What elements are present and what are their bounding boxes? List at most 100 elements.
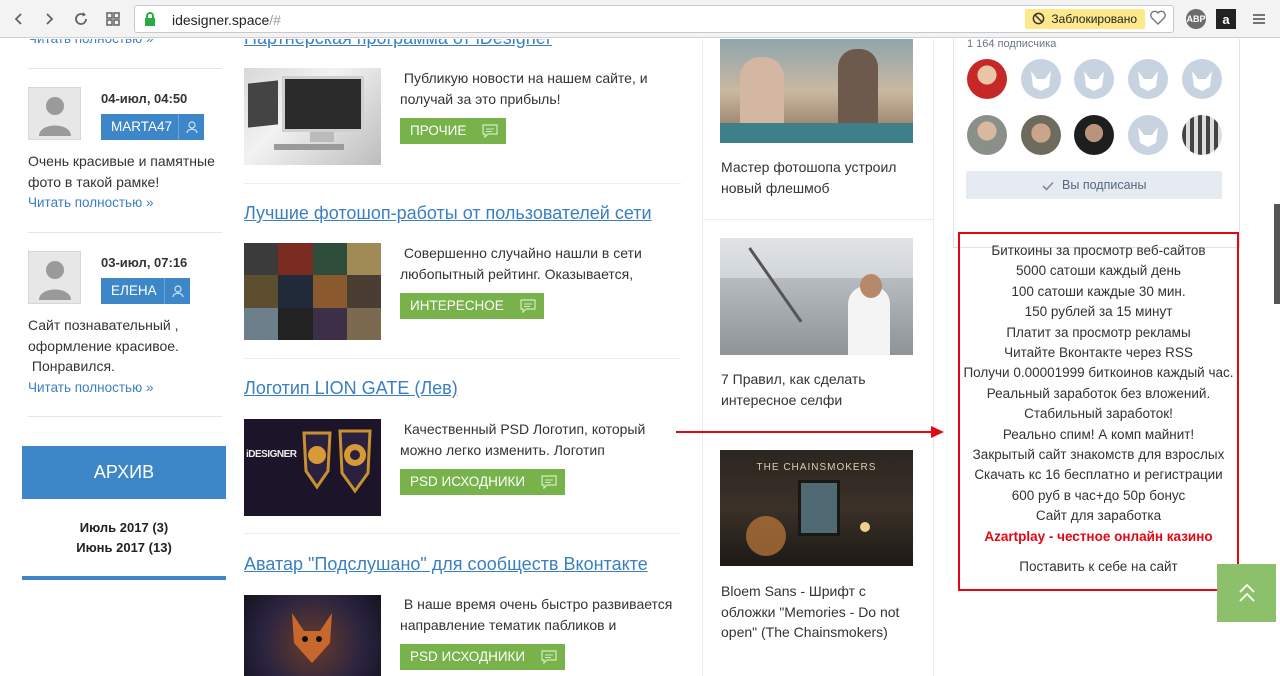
place-ad-link[interactable]: Поставить к себе на сайт <box>960 557 1237 577</box>
category-button[interactable]: ПРОЧИЕ <box>400 118 507 144</box>
check-icon <box>1041 181 1054 191</box>
comment-bubble-icon <box>541 475 557 489</box>
reload-button[interactable] <box>70 8 92 30</box>
lock-icon <box>145 12 155 26</box>
avatar <box>28 251 81 304</box>
menu-icon <box>1253 14 1265 24</box>
url-text: idesigner.space/# <box>172 12 281 28</box>
archive-link[interactable]: Июль 2017 (3) <box>22 518 226 538</box>
divider <box>933 39 934 676</box>
ad-link[interactable]: Стабильный заработок! <box>960 404 1237 424</box>
archive-link[interactable]: Июнь 2017 (13) <box>22 538 226 558</box>
ad-link[interactable]: 5000 сатоши каждый день <box>960 261 1237 281</box>
subscriber-avatar[interactable] <box>1074 59 1114 99</box>
post-thumbnail[interactable] <box>720 238 913 355</box>
ad-link-highlight[interactable]: Azartplay - честное онлайн казино <box>960 527 1237 547</box>
category-button[interactable]: PSD ИСХОДНИКИ <box>400 469 566 495</box>
tabs-grid-button[interactable] <box>102 8 124 30</box>
subscriber-avatar[interactable] <box>1128 115 1168 155</box>
ad-link[interactable]: Получи 0.00001999 биткоинов каждый час. <box>956 363 1241 383</box>
user-icon <box>171 285 184 298</box>
user-profile-button[interactable] <box>164 278 190 304</box>
forward-button[interactable] <box>38 8 60 30</box>
post-title-link[interactable]: Партнерская программа от iDesigner <box>244 39 552 49</box>
address-bar[interactable]: idesigner.space/# Заблокировано <box>134 5 1174 33</box>
ad-link[interactable]: Реальный заработок без вложений. <box>960 384 1237 404</box>
post-title-link[interactable]: Мастер фотошопа устроил новый флешмоб <box>721 157 911 198</box>
scroll-to-top-button[interactable] <box>1217 564 1276 622</box>
subscriber-avatar[interactable] <box>1074 115 1114 155</box>
post-thumbnail[interactable]: THE CHAINSMOKERS <box>720 450 913 566</box>
post-thumbnail[interactable] <box>720 39 913 143</box>
user-silhouette-icon <box>38 96 71 136</box>
archive-widget: АРХИВ Июль 2017 (3) Июнь 2017 (13) <box>22 446 226 580</box>
back-button[interactable] <box>8 8 30 30</box>
post-thumbnail[interactable] <box>244 68 381 165</box>
dog-avatar-icon <box>1084 71 1104 91</box>
blocked-badge[interactable]: Заблокировано <box>1025 9 1145 29</box>
subscriber-avatar[interactable] <box>1128 59 1168 99</box>
divider <box>703 219 933 220</box>
fox-avatar-icon <box>292 613 332 663</box>
read-more-link[interactable]: Читать полностью » <box>28 380 153 395</box>
ad-link[interactable]: Биткоины за просмотр веб-сайтов <box>960 241 1237 261</box>
post-title-link[interactable]: Аватар "Подслушано" для сообществ Вконта… <box>244 554 648 575</box>
avatar <box>28 87 81 140</box>
menu-button[interactable] <box>1248 8 1270 30</box>
comment-author[interactable]: MARTA47 <box>101 114 183 140</box>
ad-link[interactable]: 150 рублей за 15 минут <box>960 302 1237 322</box>
ad-link[interactable]: Читайте Вконтакте через RSS <box>960 343 1237 363</box>
category-button[interactable]: PSD ИСХОДНИКИ <box>400 644 566 670</box>
ad-link[interactable]: 100 сатоши каждые 30 мин. <box>960 282 1237 302</box>
post-thumbnail[interactable]: iDESIGNER <box>244 419 381 516</box>
ad-link[interactable]: Закрытый сайт знакомств для взрослых <box>960 445 1237 465</box>
ad-link[interactable]: 600 руб в час+до 50р бонус <box>960 486 1237 506</box>
archive-title: АРХИВ <box>22 446 226 499</box>
comment-date: 03-июл, 07:16 <box>101 255 188 270</box>
adblock-extension-icon[interactable]: ABP <box>1186 9 1206 29</box>
read-more-link[interactable]: Читать полностью » <box>28 39 153 46</box>
comment-author[interactable]: ЕЛЕНА <box>101 278 167 304</box>
divider <box>28 68 222 69</box>
read-more-link[interactable]: Читать полностью » <box>28 195 153 210</box>
page-content: Читать полностью » 04-июл, 04:50 MARTA47… <box>0 39 1280 676</box>
grid-icon <box>106 12 120 26</box>
subscriber-avatar[interactable] <box>1182 59 1222 99</box>
post-excerpt: Совершенно случайно нашли в сети любопыт… <box>400 245 642 282</box>
post-excerpt: Качественный PSD Логотип, который можно … <box>400 421 646 458</box>
subscribed-button[interactable]: Вы подписаны <box>966 171 1222 199</box>
subscriber-avatar[interactable] <box>1182 115 1222 155</box>
divider <box>28 232 222 233</box>
amazon-extension-icon[interactable]: a <box>1216 9 1236 29</box>
ad-link[interactable]: Платит за просмотр рекламы <box>960 323 1237 343</box>
ad-link[interactable]: Скачать кс 16 бесплатно и регистрации <box>960 465 1237 485</box>
comment-date: 04-июл, 04:50 <box>101 91 188 106</box>
ad-link[interactable]: Реально спим! А комп майнит! <box>960 425 1237 445</box>
user-profile-button[interactable] <box>178 114 204 140</box>
post-thumbnail[interactable] <box>244 595 381 676</box>
subscriber-avatar[interactable] <box>1021 59 1061 99</box>
subscriber-count: 1 164 подписчика <box>967 39 1057 50</box>
blocked-icon <box>1033 12 1045 25</box>
divider <box>702 39 703 676</box>
subscriber-avatar[interactable] <box>1021 115 1061 155</box>
vk-community-widget: 1 164 подписчика Вы подписаны <box>953 39 1240 248</box>
subscriber-avatar[interactable] <box>967 59 1007 99</box>
post-title-link[interactable]: 7 Правил, как сделать интересное селфи <box>721 369 911 410</box>
divider <box>244 183 681 184</box>
dog-avatar-icon <box>1138 71 1158 91</box>
user-icon <box>185 121 198 134</box>
forward-icon <box>46 13 54 25</box>
heart-icon[interactable] <box>1149 9 1167 27</box>
divider <box>244 358 681 359</box>
post-thumbnail[interactable] <box>244 243 381 340</box>
subscriber-avatar[interactable] <box>967 115 1007 155</box>
post-title-link[interactable]: Bloem Sans - Шрифт с обложки "Memories -… <box>721 581 911 643</box>
category-button[interactable]: ИНТЕРЕСНОЕ <box>400 293 544 319</box>
ad-links-box: Биткоины за просмотр веб-сайтов 5000 сат… <box>958 232 1239 591</box>
post-title-link[interactable]: Логотип LION GATE (Лев) <box>244 378 458 399</box>
ad-link[interactable]: Сайт для заработка <box>960 506 1237 526</box>
scrollbar-thumb[interactable] <box>1274 204 1280 304</box>
post-title-link[interactable]: Лучшие фотошоп-работы от пользователей с… <box>244 203 652 224</box>
post-excerpt: В наше время очень быстро развивается на… <box>400 596 673 633</box>
